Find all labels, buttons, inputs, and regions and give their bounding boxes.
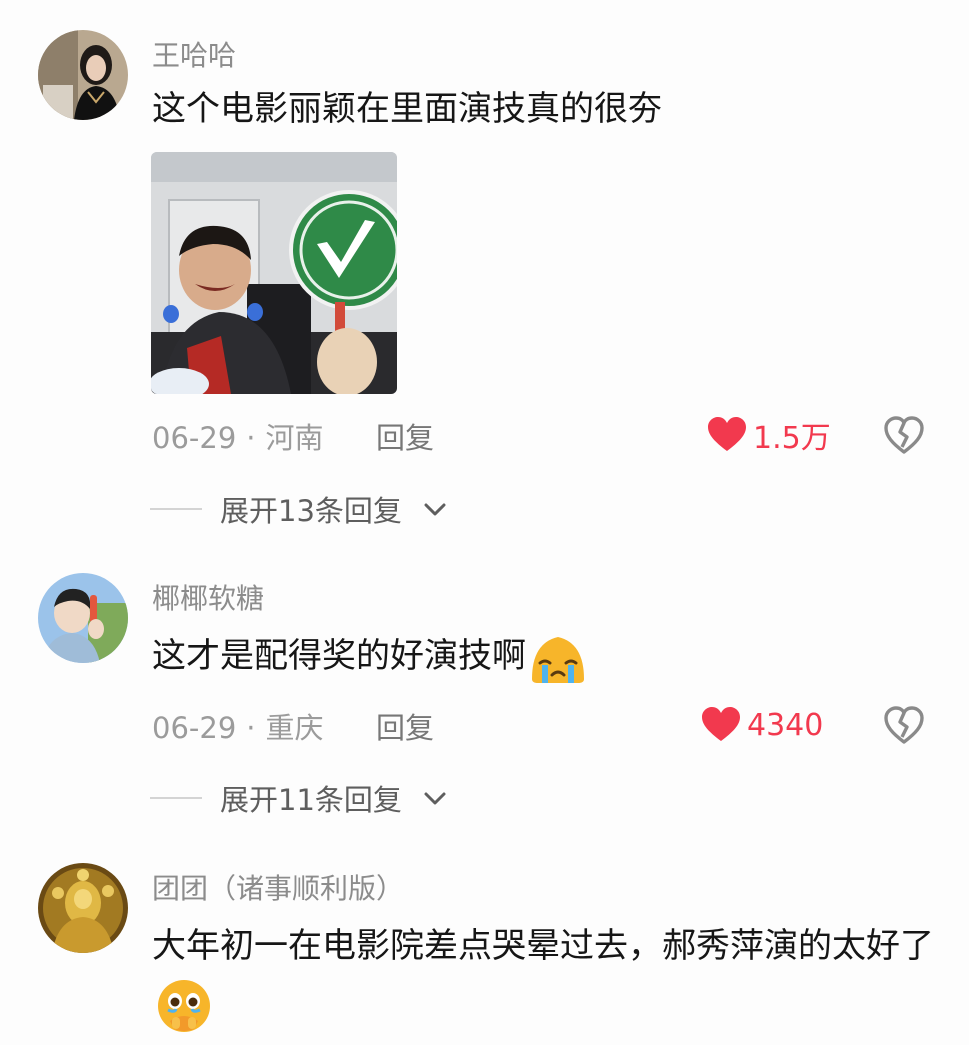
comment-meta: 06-29 · 重庆: [152, 705, 324, 747]
reply-button[interactable]: 回复: [376, 705, 434, 747]
comment-text-content: 大年初一在电影院差点哭晕过去，郝秀萍演的太好了: [152, 926, 934, 966]
comment-text: 大年初一在电影院差点哭晕过去，郝秀萍演的太好了: [152, 917, 942, 1035]
comment-text: 这才是配得奖的好演技啊: [152, 627, 942, 687]
username[interactable]: 王哈哈: [152, 34, 236, 74]
divider: [150, 508, 202, 510]
like-button[interactable]: 1.5万: [707, 415, 831, 456]
comment-text-content: 这才是配得奖的好演技啊: [152, 636, 526, 676]
dislike-button[interactable]: [883, 415, 925, 455]
divider: [150, 797, 202, 799]
comment-location: 河南: [265, 421, 324, 455]
comment-meta: 06-29 · 河南: [152, 415, 324, 457]
expand-replies-label: 展开11条回复: [220, 783, 402, 817]
chevron-down-icon: [420, 499, 448, 519]
comment-item: 王哈哈 这个电影丽颖在里面演技真的很夯 06-29 · 河南 回复 1.5万 展…: [0, 0, 969, 545]
comment-text: 这个电影丽颖在里面演技真的很夯: [152, 89, 662, 129]
like-button[interactable]: 4340: [701, 705, 823, 745]
dislike-button[interactable]: [883, 705, 925, 745]
expand-replies-button[interactable]: 展开11条回复: [150, 777, 448, 819]
expand-replies-label: 展开13条回复: [220, 494, 402, 528]
like-count: 4340: [747, 707, 824, 743]
holding-back-tears-emoji: [154, 977, 214, 1035]
expand-replies-button[interactable]: 展开13条回复: [150, 488, 448, 530]
comment-item: 椰椰软糖 这才是配得奖的好演技啊 06-29 · 重庆 回复 4340 展开11条回…: [0, 545, 969, 845]
reply-button[interactable]: 回复: [376, 415, 434, 457]
comment-date: 06-29: [152, 711, 237, 745]
comment-image[interactable]: [151, 152, 397, 394]
like-count: 1.5万: [753, 421, 831, 456]
broken-heart-icon: [883, 415, 925, 455]
crying-face-emoji: [528, 629, 588, 687]
heart-icon: [707, 417, 747, 453]
avatar[interactable]: [38, 863, 128, 953]
comment-item: 团团（诸事顺利版） 大年初一在电影院差点哭晕过去，郝秀萍演的太好了: [0, 845, 969, 1045]
username[interactable]: 椰椰软糖: [152, 577, 264, 617]
avatar[interactable]: [38, 573, 128, 663]
broken-heart-icon: [883, 705, 925, 745]
chevron-down-icon: [420, 788, 448, 808]
username[interactable]: 团团（诸事顺利版）: [152, 867, 404, 907]
avatar[interactable]: [38, 30, 128, 120]
separator-dot: ·: [246, 421, 256, 455]
comment-location: 重庆: [265, 711, 324, 745]
heart-icon: [701, 707, 741, 743]
comment-date: 06-29: [152, 421, 237, 455]
separator-dot: ·: [246, 711, 256, 745]
